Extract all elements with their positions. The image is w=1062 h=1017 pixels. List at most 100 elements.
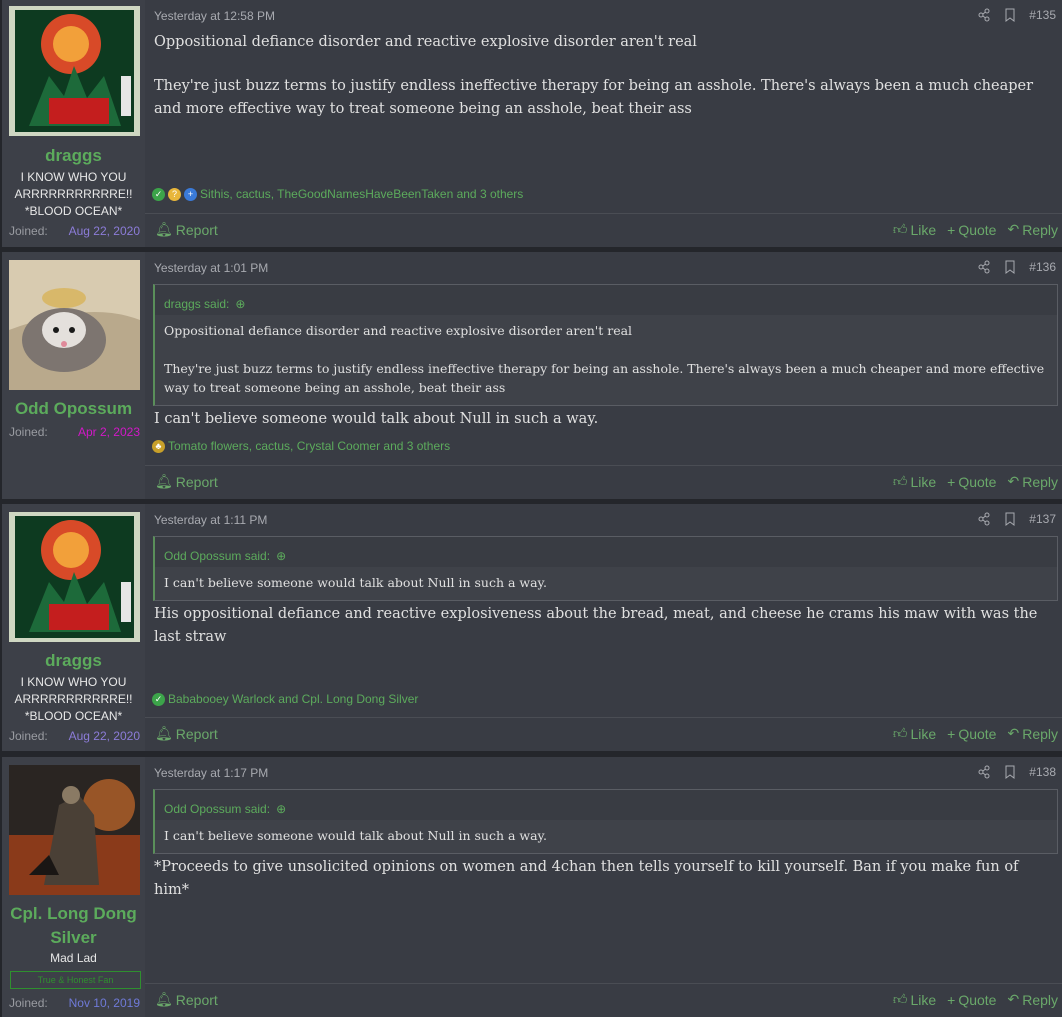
post-paragraph: *Proceeds to give unsolicited opinions o… <box>154 859 1019 898</box>
post-main: Yesterday at 1:17 PM #138 Odd Opossum sa… <box>145 757 1062 1017</box>
reactions-bar[interactable]: ✓ ? + Sithis, cactus, TheGoodNamesHaveBe… <box>152 187 523 201</box>
username-line[interactable]: Cpl. Long Dong <box>2 902 145 926</box>
post-actions: 👍︎ Like + Quote ↶ Reply <box>893 473 1058 490</box>
username[interactable]: Cpl. Long Dong Silver <box>2 902 145 950</box>
bookmark-icon[interactable] <box>1003 512 1017 526</box>
share-icon[interactable] <box>977 8 991 22</box>
post-tools: #138 <box>977 765 1056 779</box>
post-timestamp[interactable]: Yesterday at 1:11 PM <box>154 513 267 527</box>
post-body: *Proceeds to give unsolicited opinions o… <box>154 856 1050 923</box>
post-number[interactable]: #136 <box>1029 260 1056 274</box>
username[interactable]: draggs <box>2 649 145 673</box>
post-paragraph: They're just buzz terms to justify endle… <box>154 78 1034 117</box>
like-label: Like <box>910 725 937 742</box>
quote-header[interactable]: Odd Opossum said: ⊕ <box>155 790 1057 820</box>
report-button[interactable]: 🔔︎ Report <box>155 221 218 238</box>
avatar[interactable] <box>9 6 140 136</box>
post-number[interactable]: #135 <box>1029 8 1056 22</box>
quote-author[interactable]: Odd Opossum said: <box>164 802 270 816</box>
reactions-list[interactable]: Tomato flowers, cactus, Crystal Coomer a… <box>168 439 450 453</box>
plus-icon: + <box>947 991 956 1008</box>
bell-icon: 🔔︎ <box>155 991 173 1007</box>
avatar[interactable] <box>9 765 140 895</box>
like-button[interactable]: 👍︎ Like <box>893 725 936 742</box>
reactions-bar[interactable]: ♣ Tomato flowers, cactus, Crystal Coomer… <box>152 439 450 453</box>
reply-button[interactable]: ↶ Reply <box>1007 991 1058 1008</box>
reply-button[interactable]: ↶ Reply <box>1007 221 1058 238</box>
quote-paragraph: I can't believe someone would talk about… <box>164 575 547 590</box>
share-icon[interactable] <box>977 512 991 526</box>
quote-body: I can't believe someone would talk about… <box>155 567 1057 600</box>
username[interactable]: draggs <box>2 144 145 168</box>
post-footer: 🔔︎ Report 👍︎ Like + Quote ↶ Reply <box>145 213 1062 247</box>
quote-header[interactable]: draggs said: ⊕ <box>155 285 1057 315</box>
reactions-bar[interactable]: ✓ Bababooey Warlock and Cpl. Long Dong S… <box>152 692 418 706</box>
quote-header[interactable]: Odd Opossum said: ⊕ <box>155 537 1057 567</box>
arrow-up-circle-icon[interactable]: ⊕ <box>276 549 286 563</box>
post-number[interactable]: #137 <box>1029 512 1056 526</box>
report-button[interactable]: 🔔︎ Report <box>155 991 218 1008</box>
user-panel: Cpl. Long Dong Silver Mad Lad True & Hon… <box>2 757 145 1017</box>
quote-button[interactable]: + Quote <box>947 991 996 1008</box>
avatar[interactable] <box>9 260 140 390</box>
user-title: Mad Lad <box>2 950 145 967</box>
post-actions: 👍︎ Like + Quote ↶ Reply <box>893 725 1058 742</box>
user-banner: True & Honest Fan <box>10 971 141 989</box>
post-timestamp[interactable]: Yesterday at 12:58 PM <box>154 9 275 23</box>
joined-date: Aug 22, 2020 <box>68 224 140 238</box>
quote-button[interactable]: + Quote <box>947 221 996 238</box>
arrow-up-circle-icon[interactable]: ⊕ <box>235 297 245 311</box>
bell-icon: 🔔︎ <box>155 725 173 741</box>
arrow-up-circle-icon[interactable]: ⊕ <box>276 802 286 816</box>
report-label: Report <box>175 991 218 1008</box>
reply-button[interactable]: ↶ Reply <box>1007 473 1058 490</box>
report-button[interactable]: 🔔︎ Report <box>155 473 218 490</box>
username[interactable]: Odd Opossum <box>2 397 145 421</box>
bookmark-icon[interactable] <box>1003 8 1017 22</box>
reactions-list[interactable]: Bababooey Warlock and Cpl. Long Dong Sil… <box>168 692 418 706</box>
like-button[interactable]: 👍︎ Like <box>893 221 936 238</box>
post-tools: #137 <box>977 512 1056 526</box>
reactions-list[interactable]: Sithis, cactus, TheGoodNamesHaveBeenTake… <box>200 187 523 201</box>
bookmark-icon[interactable] <box>1003 765 1017 779</box>
like-button[interactable]: 👍︎ Like <box>893 991 936 1008</box>
quote-paragraph: I can't believe someone would talk about… <box>164 828 547 843</box>
post-paragraph: Oppositional defiance disorder and react… <box>154 34 697 50</box>
share-icon[interactable] <box>977 260 991 274</box>
like-button[interactable]: 👍︎ Like <box>893 473 936 490</box>
quote-author[interactable]: Odd Opossum said: <box>164 549 270 563</box>
report-button[interactable]: 🔔︎ Report <box>155 725 218 742</box>
reply-icon: ↶ <box>1007 725 1020 741</box>
post-timestamp[interactable]: Yesterday at 1:01 PM <box>154 261 268 275</box>
post-actions: 👍︎ Like + Quote ↶ Reply <box>893 221 1058 238</box>
check-reaction-icon: ✓ <box>152 692 165 706</box>
user-title-line: *BLOOD OCEAN* <box>24 709 123 723</box>
quote-author[interactable]: draggs said: <box>164 297 229 311</box>
user-title-line: ARRRRRRRRRRRE!! <box>14 187 133 201</box>
user-title: I KNOW WHO YOU ARRRRRRRRRRRE!! *BLOOD OC… <box>2 674 145 725</box>
report-label: Report <box>175 221 218 238</box>
post: Odd Opossum Joined: Apr 2, 2023 Yesterda… <box>2 252 1062 499</box>
post-tools: #136 <box>977 260 1056 274</box>
post-paragraph: I can't believe someone would talk about… <box>154 411 599 427</box>
username-line[interactable]: Silver <box>2 926 145 950</box>
quote-body: I can't believe someone would talk about… <box>155 820 1057 853</box>
quote-button[interactable]: + Quote <box>947 473 996 490</box>
reply-button[interactable]: ↶ Reply <box>1007 725 1058 742</box>
user-title-line: I KNOW WHO YOU <box>20 170 127 184</box>
quote-paragraph: Oppositional defiance disorder and react… <box>164 323 633 338</box>
avatar[interactable] <box>9 512 140 642</box>
pineapple-reaction-icon: ♣ <box>152 439 165 453</box>
thumbs-up-icon: 👍︎ <box>892 991 908 1007</box>
joined-info: Joined: Nov 10, 2019 <box>9 996 140 1010</box>
user-title-line: I KNOW WHO YOU <box>20 675 127 689</box>
share-icon[interactable] <box>977 765 991 779</box>
quote-button[interactable]: + Quote <box>947 725 996 742</box>
post-actions: 👍︎ Like + Quote ↶ Reply <box>893 991 1058 1008</box>
post-timestamp[interactable]: Yesterday at 1:17 PM <box>154 766 268 780</box>
post-main: Yesterday at 12:58 PM #135 Oppositional … <box>145 0 1062 247</box>
report-label: Report <box>175 725 218 742</box>
bookmark-icon[interactable] <box>1003 260 1017 274</box>
post: draggs I KNOW WHO YOU ARRRRRRRRRRRE!! *B… <box>2 0 1062 247</box>
post-number[interactable]: #138 <box>1029 765 1056 779</box>
